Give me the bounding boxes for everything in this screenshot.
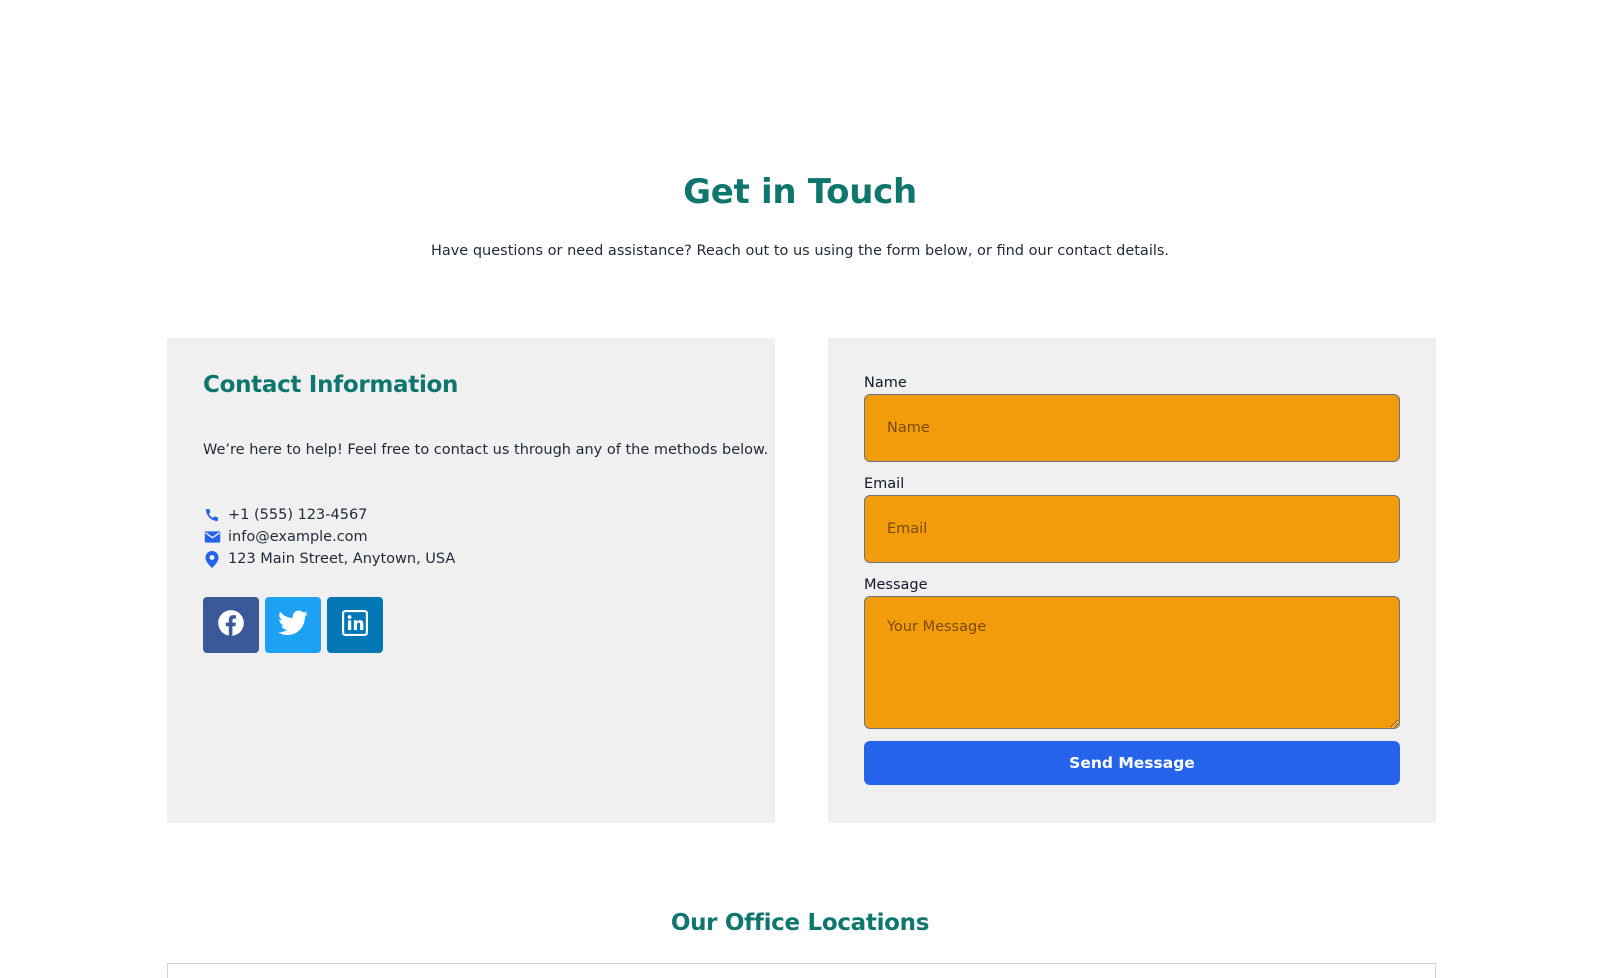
page-subtitle: Have questions or need assistance? Reach… <box>430 243 1170 259</box>
contact-phone: +1 (555) 123-4567 <box>203 504 455 526</box>
social-links <box>203 597 383 653</box>
name-input[interactable] <box>864 394 1400 462</box>
twitter-button[interactable] <box>265 597 321 653</box>
twitter-icon <box>278 610 308 640</box>
contact-info-title: Contact Information <box>203 372 459 398</box>
contact-address: 123 Main Street, Anytown, USA <box>203 548 455 570</box>
contact-form-panel: Name Email Message Send Message <box>828 338 1436 823</box>
email-text: info@example.com <box>228 529 368 545</box>
linkedin-button[interactable] <box>327 597 383 653</box>
envelope-icon <box>203 528 221 546</box>
send-message-button[interactable]: Send Message <box>864 741 1400 785</box>
contact-details-list: +1 (555) 123-4567 info@example.com 123 M… <box>203 504 455 570</box>
facebook-icon <box>217 609 245 641</box>
name-label: Name <box>864 375 907 391</box>
office-locations-container <box>167 963 1436 978</box>
office-locations-title: Our Office Locations <box>670 910 930 936</box>
phone-icon <box>203 506 221 524</box>
contact-email: info@example.com <box>203 526 455 548</box>
page-title: Get in Touch <box>683 172 917 212</box>
phone-text: +1 (555) 123-4567 <box>228 507 368 523</box>
contact-page: Get in Touch Have questions or need assi… <box>0 0 1600 978</box>
email-label: Email <box>864 476 905 492</box>
facebook-button[interactable] <box>203 597 259 653</box>
contact-info-description: We’re here to help! Feel free to contact… <box>203 442 769 458</box>
message-textarea[interactable] <box>864 596 1400 729</box>
email-input[interactable] <box>864 495 1400 563</box>
address-text: 123 Main Street, Anytown, USA <box>228 551 456 567</box>
message-label: Message <box>864 577 928 593</box>
contact-form: Name Email Message Send Message <box>864 374 1400 785</box>
map-pin-icon <box>203 550 221 568</box>
contact-info-panel: Contact Information We’re here to help! … <box>167 338 775 823</box>
linkedin-icon <box>342 610 368 640</box>
